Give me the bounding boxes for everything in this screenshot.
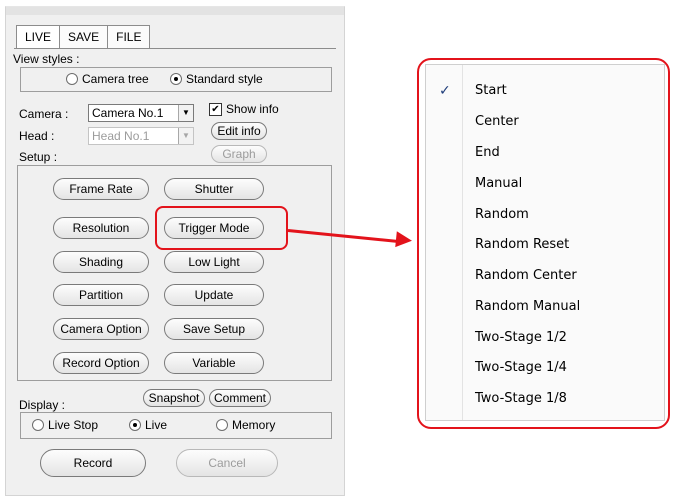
update-button[interactable]: Update (164, 284, 264, 306)
menu-item-random-center[interactable]: Random Center (426, 261, 664, 291)
show-info-label: Show info (226, 102, 279, 116)
radio-standard-style[interactable]: Standard style (170, 72, 263, 86)
radio-camera-tree[interactable]: Camera tree (66, 72, 149, 86)
partition-button[interactable]: Partition (53, 284, 149, 306)
tab-save[interactable]: SAVE (59, 25, 109, 48)
comment-button[interactable]: Comment (209, 389, 271, 407)
menu-item-two-stage-eighth[interactable]: Two-Stage 1/8 (426, 384, 664, 414)
head-select-value: Head No.1 (92, 129, 150, 143)
camera-option-button[interactable]: Camera Option (53, 318, 149, 340)
menu-item-end[interactable]: End (426, 138, 664, 168)
radio-memory-indicator (216, 419, 228, 431)
menu-item-label: Random Center (475, 268, 577, 283)
menu-item-random-manual[interactable]: Random Manual (426, 292, 664, 322)
radio-live-indicator (129, 419, 141, 431)
menu-item-two-stage-half[interactable]: Two-Stage 1/2 (426, 323, 664, 353)
save-setup-button[interactable]: Save Setup (164, 318, 264, 340)
menu-item-label: Random Manual (475, 299, 581, 314)
menu-item-label: Random Reset (475, 237, 570, 252)
menu-item-label: Two-Stage 1/8 (475, 391, 567, 406)
menu-item-label: End (475, 145, 500, 160)
shading-button[interactable]: Shading (53, 251, 149, 273)
radio-live[interactable]: Live (129, 418, 167, 432)
menu-item-two-stage-quarter[interactable]: Two-Stage 1/4 (426, 353, 664, 383)
radio-memory[interactable]: Memory (216, 418, 275, 432)
record-option-button[interactable]: Record Option (53, 352, 149, 374)
radio-standard-style-label: Standard style (186, 72, 263, 86)
record-button[interactable]: Record (40, 449, 146, 477)
menu-item-manual[interactable]: Manual (426, 169, 664, 199)
chevron-down-icon: ▼ (178, 105, 193, 121)
menu-item-label: Two-Stage 1/2 (475, 330, 567, 345)
radio-standard-style-indicator (170, 73, 182, 85)
tab-content-border (14, 48, 336, 49)
radio-live-label: Live (145, 418, 168, 432)
chevron-down-icon: ▼ (178, 128, 193, 144)
radio-live-stop-indicator (32, 419, 44, 431)
radio-live-stop-label: Live Stop (48, 418, 99, 432)
menu-item-label: Start (475, 83, 507, 98)
low-light-button[interactable]: Low Light (164, 251, 264, 273)
shutter-button[interactable]: Shutter (164, 178, 264, 200)
tab-bar: LIVE SAVE FILE (16, 25, 151, 48)
graph-button[interactable]: Graph (211, 145, 267, 163)
menu-item-start[interactable]: ✓ Start (426, 76, 664, 106)
tab-file[interactable]: FILE (107, 25, 151, 48)
radio-camera-tree-indicator (66, 73, 78, 85)
menu-item-label: Random (475, 207, 529, 222)
check-icon: ✓ (439, 83, 451, 99)
camera-select-value: Camera No.1 (92, 106, 164, 120)
head-select[interactable]: Head No.1 ▼ (88, 127, 194, 145)
menu-item-random-reset[interactable]: Random Reset (426, 230, 664, 260)
variable-button[interactable]: Variable (164, 352, 264, 374)
camera-select[interactable]: Camera No.1 ▼ (88, 104, 194, 122)
cancel-button[interactable]: Cancel (176, 449, 278, 477)
radio-memory-label: Memory (232, 418, 276, 432)
menu-item-label: Manual (475, 176, 523, 191)
menu-item-label: Center (475, 114, 519, 129)
menu-item-random[interactable]: Random (426, 200, 664, 230)
head-label: Head : (19, 129, 55, 143)
radio-live-stop[interactable]: Live Stop (32, 418, 98, 432)
frame-rate-button[interactable]: Frame Rate (53, 178, 149, 200)
snapshot-button[interactable]: Snapshot (143, 389, 205, 407)
menu-item-center[interactable]: Center (426, 107, 664, 137)
camera-label: Camera : (19, 107, 69, 121)
setup-label: Setup : (19, 150, 58, 164)
show-info-checkbox[interactable]: ✔ Show info (209, 102, 279, 117)
trigger-mode-menu: ✓ Start Center End Manual Random Random … (425, 64, 665, 421)
panel-top-bar (6, 7, 344, 15)
trigger-mode-highlight (155, 206, 288, 250)
menu-item-label: Two-Stage 1/4 (475, 360, 567, 375)
camera-control-panel: LIVE SAVE FILE View styles : Camera tree… (5, 6, 345, 496)
edit-info-button[interactable]: Edit info (211, 122, 267, 140)
display-label: Display : (19, 398, 66, 412)
tab-live[interactable]: LIVE (16, 25, 61, 48)
radio-camera-tree-label: Camera tree (82, 72, 149, 86)
view-styles-label: View styles : (13, 52, 80, 66)
checkmark-icon: ✔ (209, 103, 222, 117)
arrow-right-icon (395, 231, 413, 249)
resolution-button[interactable]: Resolution (53, 217, 149, 239)
